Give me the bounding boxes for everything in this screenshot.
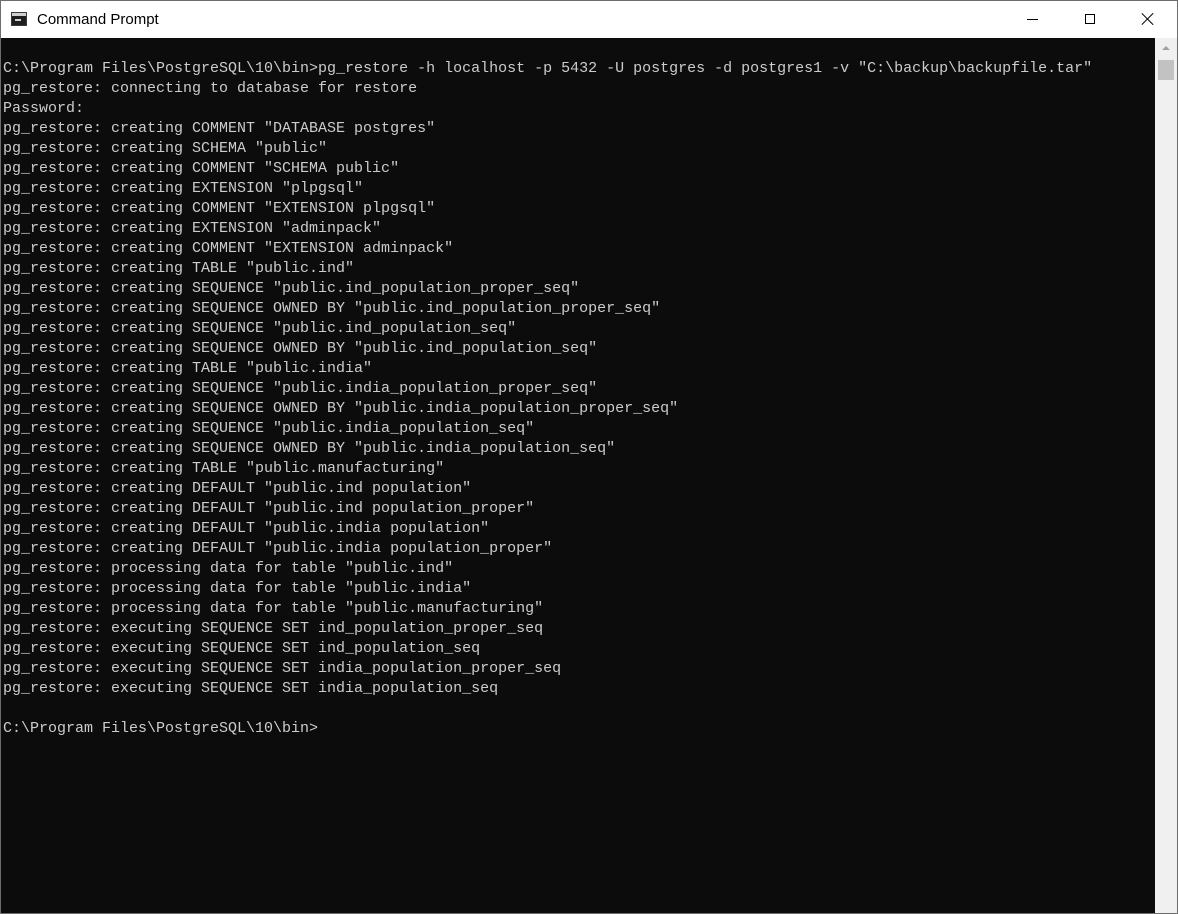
console-line: pg_restore: creating DEFAULT "public.ind… <box>3 540 553 557</box>
console-line: pg_restore: creating DEFAULT "public.ind… <box>3 500 535 517</box>
caption-buttons <box>1003 1 1177 38</box>
console-line: pg_restore: creating DEFAULT "public.ind… <box>3 480 472 497</box>
console-output[interactable]: C:\Program Files\PostgreSQL\10\bin> pg_re… <box>1 38 1155 913</box>
console-lines: C:\Program Files\PostgreSQL\10\bin> pg_re… <box>3 59 1092 739</box>
console-line: pg_restore: creating SEQUENCE OWNED BY "… <box>3 340 598 357</box>
scroll-up-arrow-icon[interactable] <box>1155 38 1177 58</box>
close-icon <box>1141 12 1155 26</box>
title-bar[interactable]: Command Prompt <box>1 1 1177 38</box>
console-line: pg_restore: connecting to database for r… <box>3 80 418 97</box>
console-line: pg_restore: executing SEQUENCE SET india… <box>3 680 499 697</box>
console-line: C:\Program Files\PostgreSQL\10\bin> <box>3 720 319 737</box>
command-prompt-window: Command Prompt C:\Program Files\PostgreS… <box>0 0 1178 914</box>
console-line: pg_restore: executing SEQUENCE SET ind_p… <box>3 640 481 657</box>
minimize-button[interactable] <box>1003 1 1061 38</box>
console-line: Password: <box>3 100 85 117</box>
window-title: Command Prompt <box>37 11 159 28</box>
vertical-scrollbar[interactable] <box>1155 38 1177 913</box>
console-line: pg_restore: processing data for table "p… <box>3 600 544 617</box>
console-line: pg_restore: creating SEQUENCE "public.in… <box>3 420 535 437</box>
console-line: pg_restore: creating SEQUENCE "public.in… <box>3 380 598 397</box>
console-line: pg_restore: creating SEQUENCE OWNED BY "… <box>3 300 661 317</box>
console-line: pg_restore: creating SEQUENCE "public.in… <box>3 320 517 337</box>
minimize-icon <box>1027 19 1038 20</box>
close-button[interactable] <box>1119 1 1177 38</box>
console-line: pg_restore: creating COMMENT "SCHEMA pub… <box>3 160 400 177</box>
console-line: pg_restore: creating TABLE "public.manuf… <box>3 460 445 477</box>
console-line: pg_restore: executing SEQUENCE SET india… <box>3 660 562 677</box>
console-line: pg_restore: creating SCHEMA "public" <box>3 140 328 157</box>
console-line: pg_restore: creating SEQUENCE OWNED BY "… <box>3 400 679 417</box>
scroll-thumb[interactable] <box>1158 60 1174 80</box>
console-line: pg_restore: creating COMMENT "DATABASE p… <box>3 120 436 137</box>
console-line: pg_restore: processing data for table "p… <box>3 560 454 577</box>
maximize-icon <box>1085 14 1095 24</box>
console-line: pg_restore: creating COMMENT "EXTENSION … <box>3 240 454 257</box>
console-line: pg_restore: executing SEQUENCE SET ind_p… <box>3 620 544 637</box>
console-line: pg_restore: creating TABLE "public.ind" <box>3 260 355 277</box>
console-line: pg_restore: creating DEFAULT "public.ind… <box>3 520 490 537</box>
console-line: pg_restore: creating EXTENSION "adminpac… <box>3 220 382 237</box>
console-line: pg_restore: creating SEQUENCE "public.in… <box>3 280 580 297</box>
console-line: pg_restore: creating TABLE "public.india… <box>3 360 373 377</box>
command-prompt-icon[interactable] <box>11 12 27 26</box>
console-line: pg_restore: creating SEQUENCE OWNED BY "… <box>3 440 616 457</box>
console-line: C:\Program Files\PostgreSQL\10\bin>pg_re… <box>3 60 1093 77</box>
console-line: pg_restore: processing data for table "p… <box>3 580 472 597</box>
maximize-button[interactable] <box>1061 1 1119 38</box>
console-line: pg_restore: creating EXTENSION "plpgsql" <box>3 180 364 197</box>
console-line: pg_restore: creating COMMENT "EXTENSION … <box>3 200 436 217</box>
